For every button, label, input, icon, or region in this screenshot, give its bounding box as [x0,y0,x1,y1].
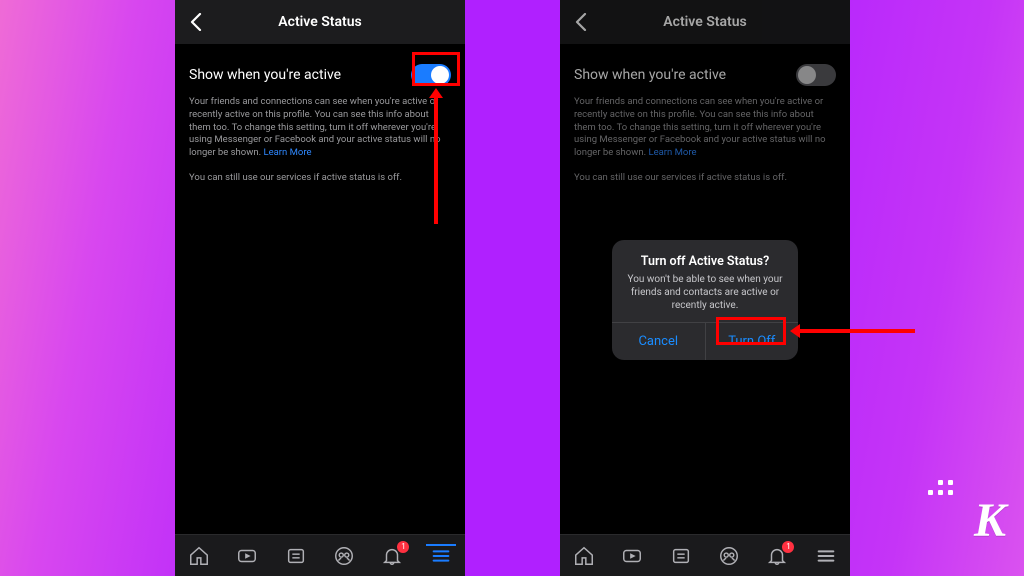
tab-feeds[interactable] [285,545,307,567]
dialog-body: Turn off Active Status? You won't be abl… [612,240,798,322]
tab-feeds[interactable] [670,545,692,567]
tab-notifications[interactable]: 1 [381,545,403,567]
tab-bar: 1 [175,534,465,576]
tab-groups[interactable] [718,545,740,567]
logo-dots [896,478,956,506]
tab-watch[interactable] [621,545,643,567]
header-bar: Active Status [560,0,850,44]
watch-icon [621,545,643,567]
active-tab-indicator [426,544,456,546]
feeds-icon [670,545,692,567]
setting-footnote: You can still use our services if active… [574,172,836,183]
tab-home[interactable] [188,545,210,567]
stage: Active Status Show when you're active Yo… [0,0,1024,576]
menu-icon [815,545,837,567]
chevron-left-icon [190,13,202,31]
cancel-button[interactable]: Cancel [612,323,705,360]
groups-icon [333,545,355,567]
learn-more-link[interactable]: Learn More [648,147,696,158]
tab-groups[interactable] [333,545,355,567]
confirm-dialog: Turn off Active Status? You won't be abl… [612,240,798,360]
home-icon [573,545,595,567]
menu-icon [430,545,452,567]
turn-off-button[interactable]: Turn Off [705,323,799,360]
tab-bar: 1 [560,534,850,576]
tab-watch[interactable] [236,545,258,567]
header-bar: Active Status [175,0,465,44]
active-status-toggle[interactable] [796,64,836,86]
home-icon [188,545,210,567]
setting-label: Show when you're active [574,67,726,83]
learn-more-link[interactable]: Learn More [263,147,311,158]
back-button[interactable] [185,11,207,33]
tab-home[interactable] [573,545,595,567]
tab-menu[interactable] [815,545,837,567]
toggle-knob [798,66,816,84]
active-status-toggle[interactable] [411,64,451,86]
dialog-title: Turn off Active Status? [624,254,786,269]
watch-icon [236,545,258,567]
tab-menu[interactable] [430,545,452,567]
notification-badge: 1 [782,541,794,553]
content-area: Show when you're active Your friends and… [175,44,465,534]
setting-description: Your friends and connections can see whe… [574,96,836,160]
feeds-icon [285,545,307,567]
dialog-buttons: Cancel Turn Off [612,322,798,360]
phone-screen-2: Active Status Show when you're active Yo… [560,0,850,576]
back-button[interactable] [570,11,592,33]
setting-row: Show when you're active [574,64,836,86]
tab-notifications[interactable]: 1 [766,545,788,567]
notification-badge: 1 [397,541,409,553]
setting-label: Show when you're active [189,67,341,83]
setting-row: Show when you're active [189,64,451,86]
setting-description: Your friends and connections can see whe… [189,96,451,160]
setting-footnote: You can still use our services if active… [189,172,451,183]
phone-screen-1: Active Status Show when you're active Yo… [175,0,465,576]
groups-icon [718,545,740,567]
page-title: Active Status [560,14,850,30]
page-title: Active Status [175,14,465,30]
chevron-left-icon [575,13,587,31]
brand-logo: K [974,493,1006,548]
toggle-knob [431,66,449,84]
dialog-message: You won't be able to see when your frien… [624,273,786,312]
